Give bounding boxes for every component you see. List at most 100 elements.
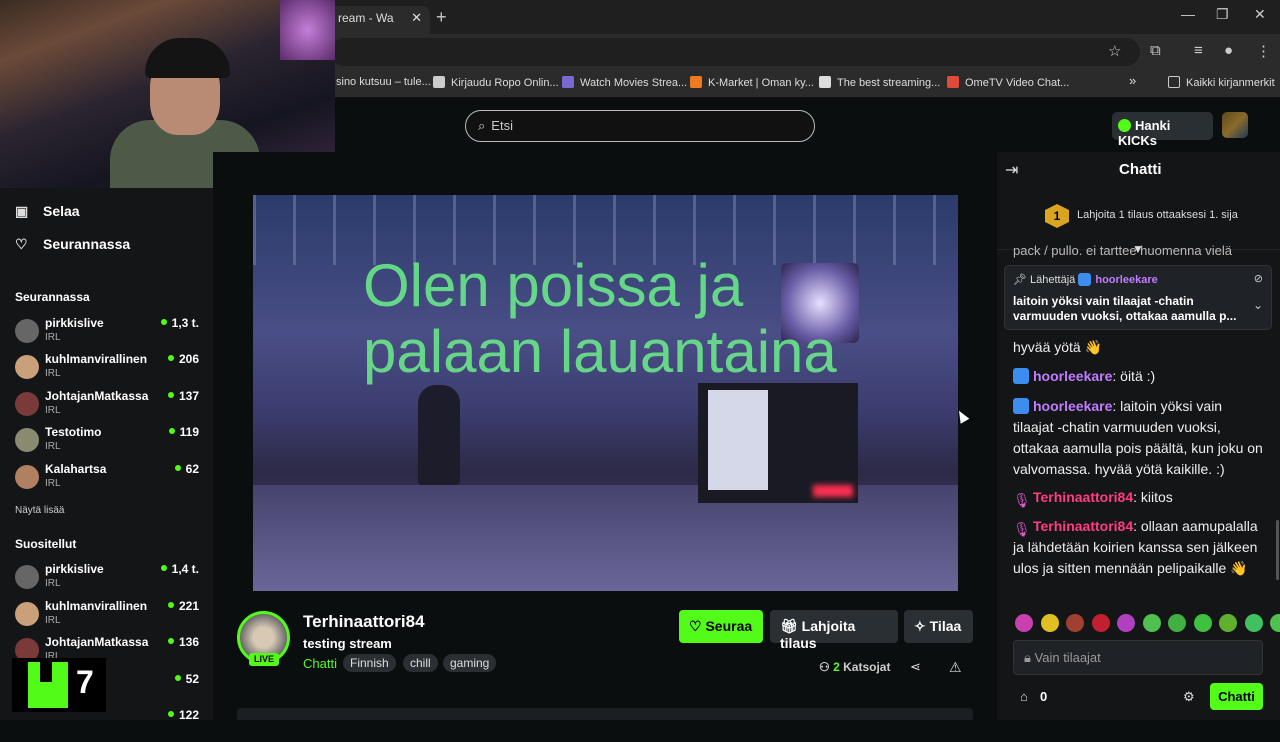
media-icon[interactable]: ≡ bbox=[1194, 42, 1203, 59]
bookmark-3[interactable]: Watch Movies Strea... bbox=[562, 76, 687, 89]
report-icon[interactable]: ⚠ bbox=[949, 659, 962, 676]
chat-message: 🎙︎ Terhinaattori84: kiitos bbox=[1013, 489, 1173, 508]
share-icon[interactable]: ⋖ bbox=[910, 659, 921, 675]
leaderboard-text: Lahjoita 1 tilaus ottaaksesi 1. sija bbox=[1077, 209, 1238, 221]
stream-category[interactable]: Chatti bbox=[303, 656, 337, 671]
kick-k-icon bbox=[28, 662, 68, 708]
broadcaster-icon: 🎙︎ bbox=[1013, 521, 1031, 537]
following-heading: Seurannassa bbox=[15, 290, 90, 304]
collapse-chat-icon[interactable]: ⇥ bbox=[1005, 160, 1018, 180]
emote-icon[interactable] bbox=[1244, 614, 1263, 632]
bookmark-icon bbox=[819, 76, 831, 88]
emote-icon[interactable] bbox=[1193, 614, 1212, 632]
emote-icon[interactable] bbox=[1091, 614, 1110, 632]
bookmark-5[interactable]: The best streaming... bbox=[819, 76, 940, 89]
emote-icon[interactable] bbox=[1117, 614, 1135, 632]
extensions-icon[interactable]: ⧉ bbox=[1150, 42, 1161, 59]
recommended-channel[interactable]: kuhlmanvirallinen IRL 221 bbox=[15, 599, 205, 633]
sparkle-icon: ✧ bbox=[914, 618, 930, 634]
following-channel[interactable]: pirkkislive IRL 1,3 t. bbox=[15, 316, 205, 350]
restore-icon[interactable]: ❐ bbox=[1216, 6, 1229, 23]
bookmark-icon bbox=[433, 76, 445, 88]
address-input[interactable] bbox=[330, 38, 1140, 66]
below-player-panel bbox=[237, 708, 973, 720]
gift-leaderboard[interactable]: 1 Lahjoita 1 tilaus ottaaksesi 1. sija bbox=[997, 188, 1280, 250]
pinned-message[interactable]: 📌︎ Lähettäjä hoorleekare ⊘ laitoin yöksi… bbox=[1004, 265, 1272, 330]
emote-icon[interactable] bbox=[1066, 614, 1084, 632]
avatar bbox=[15, 565, 39, 589]
hide-pin-icon[interactable]: ⊘ bbox=[1254, 272, 1263, 285]
kicks-balance: 0 bbox=[1040, 689, 1048, 704]
following-channel[interactable]: JohtajanMatkassa IRL 137 bbox=[15, 389, 205, 423]
browse-icon: ▣ bbox=[15, 203, 29, 219]
search-input[interactable]: ⌕ Etsi bbox=[465, 110, 815, 142]
avatar bbox=[15, 319, 39, 343]
subscribe-button[interactable]: ✧ Tilaa bbox=[904, 610, 973, 643]
emote-icon[interactable] bbox=[1015, 614, 1033, 632]
bookmark-4[interactable]: K-Market | Oman ky... bbox=[690, 76, 814, 89]
emote-icon[interactable] bbox=[1168, 614, 1186, 632]
nav-following[interactable]: ♡ Seurannassa bbox=[15, 236, 130, 253]
gear-icon[interactable]: ⚙ bbox=[1183, 689, 1195, 705]
nav-browse[interactable]: ▣ Selaa bbox=[15, 203, 80, 220]
following-channel[interactable]: Testotimo IRL 119 bbox=[15, 425, 205, 459]
star-icon[interactable]: ☆ bbox=[1108, 42, 1121, 60]
tag[interactable]: gaming bbox=[443, 654, 497, 672]
tag[interactable]: chill bbox=[403, 654, 438, 672]
send-chat-button[interactable]: Chatti bbox=[1210, 683, 1263, 710]
bookmark-icon bbox=[690, 76, 702, 88]
more-bookmarks-button[interactable]: » bbox=[1129, 73, 1136, 88]
gift-icon: 🎁︎ bbox=[780, 618, 802, 634]
chat-scrollbar[interactable] bbox=[1276, 520, 1279, 580]
following-channel[interactable]: kuhlmanvirallinen IRL 206 bbox=[15, 352, 205, 386]
filter-icon[interactable]: ▼ bbox=[1132, 242, 1144, 256]
emote-icon[interactable] bbox=[1142, 614, 1161, 632]
stream-overlay-text: Olen poissa ja palaan lauantaina bbox=[363, 252, 837, 385]
bookmark-2[interactable]: Kirjaudu Ropo Onlin... bbox=[433, 76, 559, 89]
chat-title: Chatti bbox=[1119, 161, 1162, 178]
heart-icon: ♡ bbox=[689, 618, 706, 634]
recommended-channel[interactable]: pirkkislive IRL 1,4 t. bbox=[15, 562, 205, 596]
bookmark-6[interactable]: OmeTV Video Chat... bbox=[947, 76, 1069, 89]
chat-message: hoorleekare: öitä :) bbox=[1013, 366, 1263, 387]
profile-icon[interactable]: ● bbox=[1224, 42, 1233, 59]
follow-button[interactable]: ♡ Seuraa bbox=[679, 610, 763, 643]
close-window-icon[interactable]: ✕ bbox=[1254, 6, 1266, 23]
avatar bbox=[15, 465, 39, 489]
emote-icon[interactable] bbox=[1219, 614, 1237, 632]
video-player[interactable]: Olen poissa ja palaan lauantaina bbox=[253, 195, 958, 591]
all-bookmarks-button[interactable]: Kaikki kirjanmerkit bbox=[1168, 76, 1275, 89]
user-badge-icon bbox=[1013, 368, 1029, 384]
store-icon[interactable]: ⌂ bbox=[1020, 689, 1028, 704]
viewer-count: ⚇ 2 Katsojat bbox=[819, 660, 891, 674]
get-kicks-button[interactable]: Hanki KICKs bbox=[1112, 112, 1213, 148]
chat-message: 🎙︎ Terhinaattori84: ollaan aamupalalla ja… bbox=[1013, 518, 1258, 576]
following-channel[interactable]: Kalahartsa IRL 62 bbox=[15, 462, 205, 496]
minimize-icon[interactable]: — bbox=[1181, 6, 1195, 22]
rank-badge: 1 bbox=[1045, 204, 1069, 228]
chat-input[interactable]: 🔒︎ Vain tilaajat bbox=[1013, 640, 1263, 675]
gift-sub-button[interactable]: 🎁︎ Lahjoita tilaus bbox=[770, 610, 898, 651]
browser-tab[interactable]: ream - Wa ✕ bbox=[330, 6, 430, 34]
stream-title: testing stream bbox=[303, 636, 392, 651]
avatar bbox=[15, 602, 39, 626]
streamer-name[interactable]: Terhinaattori84 bbox=[303, 612, 425, 632]
kicks-icon bbox=[1118, 119, 1131, 132]
recommended-channel[interactable]: 122 bbox=[15, 708, 205, 742]
tab-title: ream - Wa bbox=[338, 11, 394, 25]
close-tab-icon[interactable]: ✕ bbox=[411, 10, 422, 26]
chevron-down-icon[interactable]: ⌄ bbox=[1253, 298, 1263, 312]
user-avatar[interactable] bbox=[1222, 112, 1248, 138]
bookmark-1[interactable]: sino kutsuu – tule... bbox=[336, 76, 431, 88]
show-more-link[interactable]: Näytä lisää bbox=[15, 505, 64, 516]
menu-icon[interactable]: ⋮ bbox=[1256, 42, 1271, 60]
emote-icon[interactable] bbox=[1040, 614, 1059, 632]
kick-logo-badge: 7 bbox=[12, 658, 106, 712]
emote-bar bbox=[1015, 614, 1280, 634]
bookmark-icon bbox=[947, 76, 959, 88]
tag[interactable]: Finnish bbox=[343, 654, 396, 672]
sidebar: ▣ Selaa ♡ Seurannassa Seurannassa pirkkisl… bbox=[0, 188, 213, 722]
new-tab-icon[interactable]: + bbox=[436, 7, 447, 28]
search-icon: ⌕ bbox=[478, 118, 486, 133]
bookmark-icon bbox=[562, 76, 574, 88]
